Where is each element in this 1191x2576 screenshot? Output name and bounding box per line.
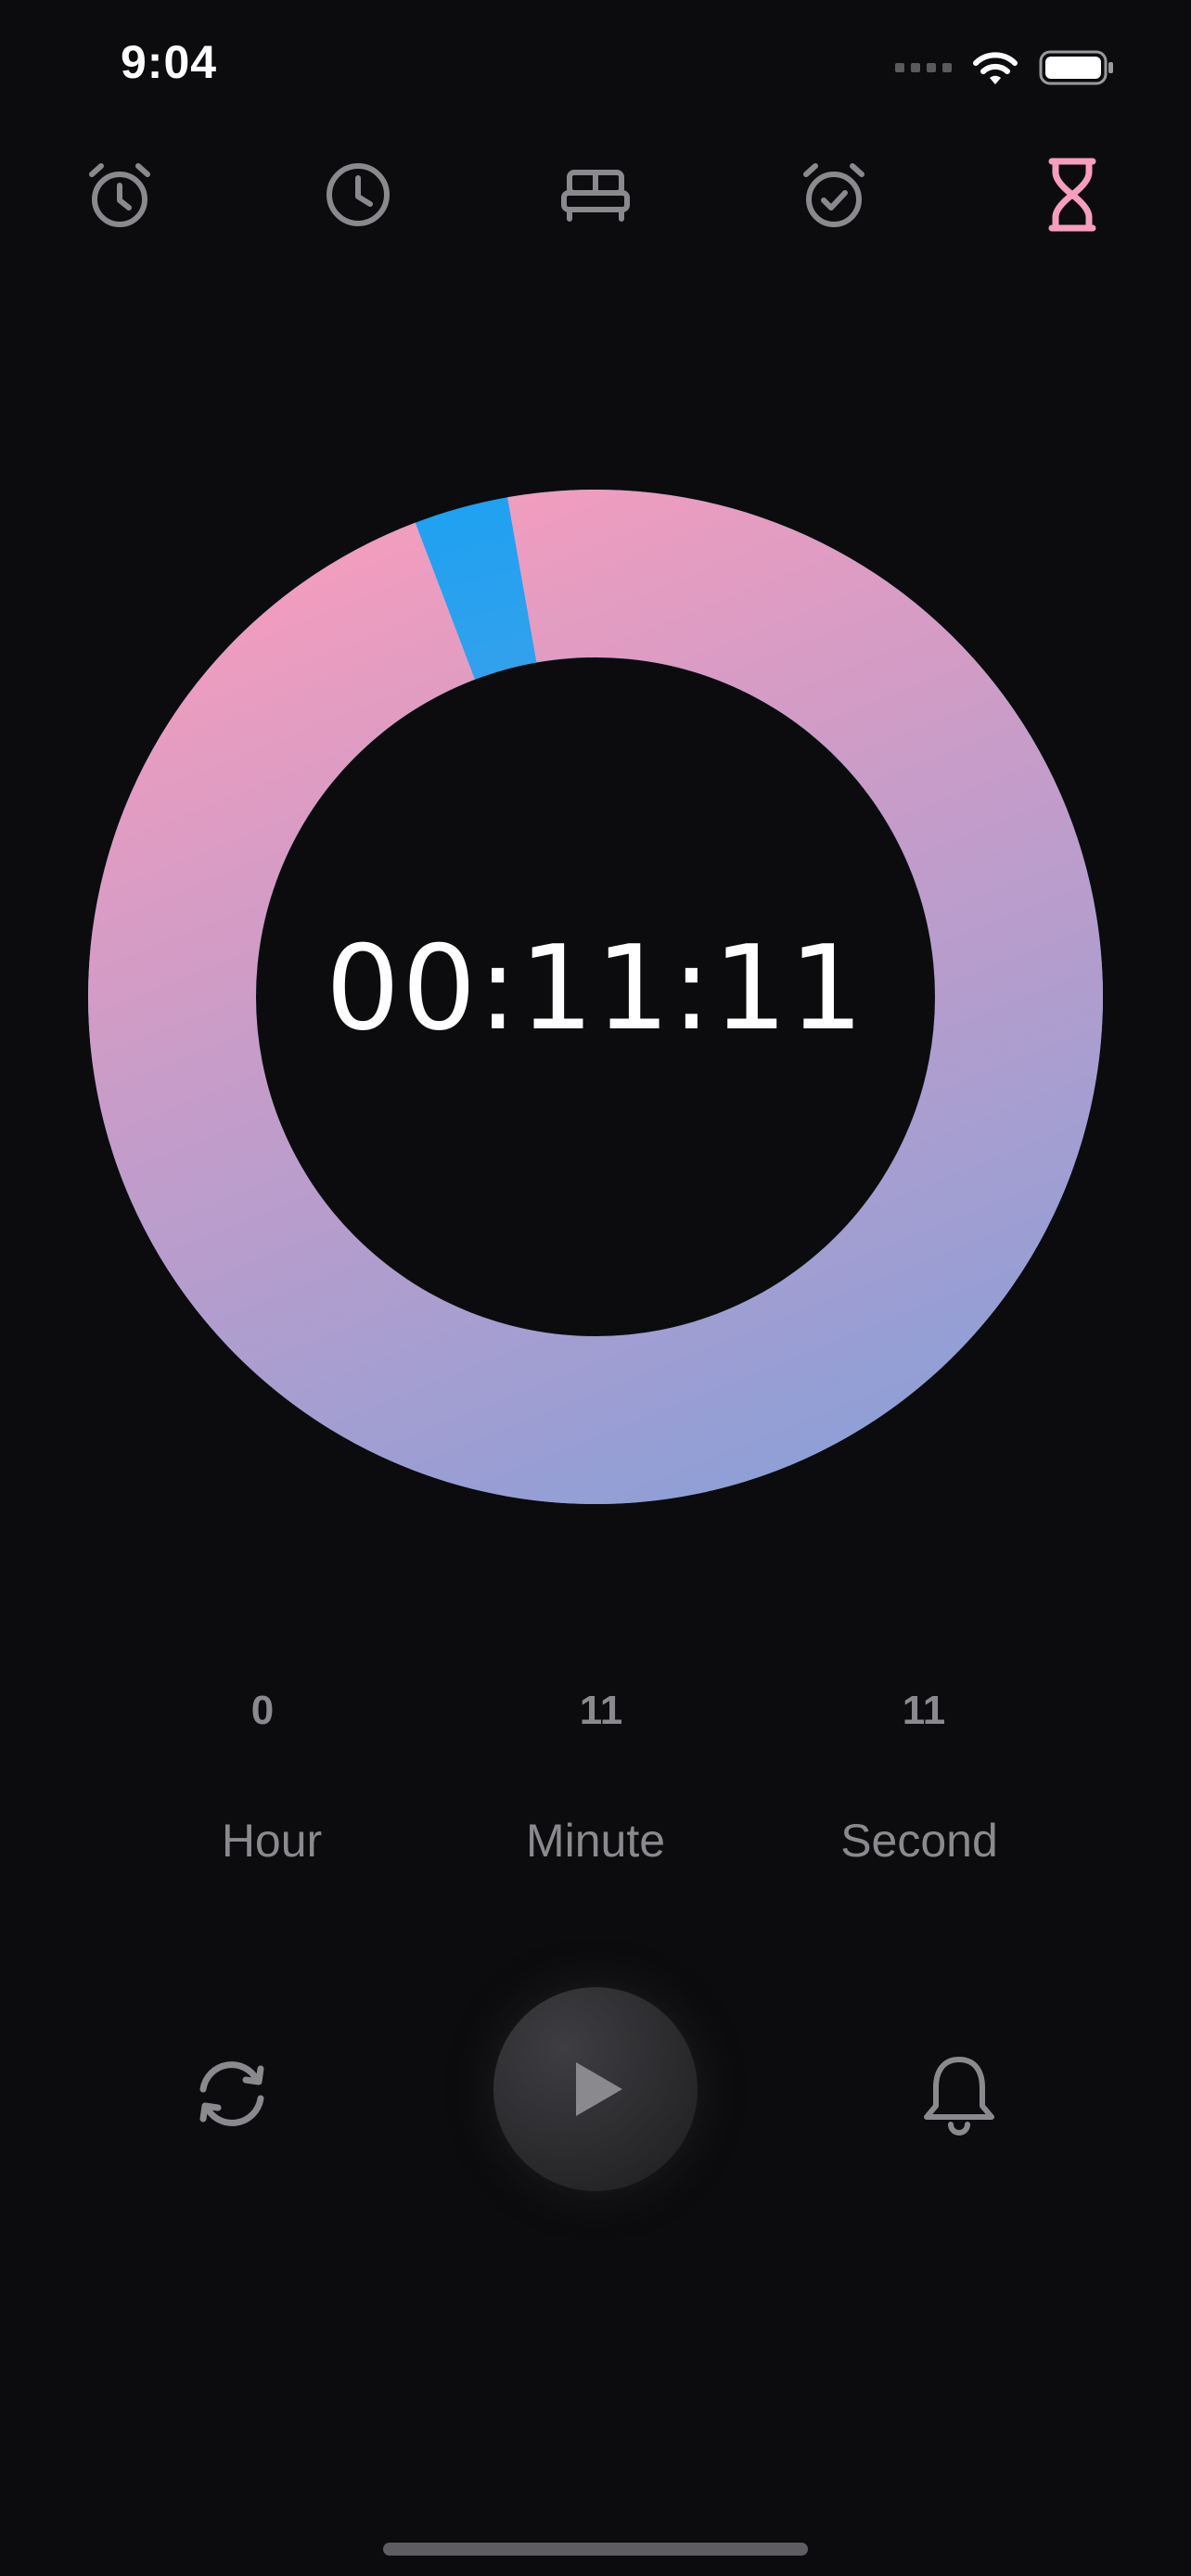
sound-button[interactable]	[913, 2046, 1005, 2142]
minute-value[interactable]: 11	[508, 1688, 694, 1734]
tab-world-clock[interactable]	[312, 148, 404, 241]
tab-alarm[interactable]	[73, 148, 166, 241]
bed-icon	[561, 170, 630, 222]
tab-bar	[0, 148, 1191, 241]
status-bar: 9:04	[0, 0, 1191, 130]
play-icon	[576, 2062, 622, 2116]
tab-bedtime[interactable]	[549, 148, 642, 241]
status-indicators	[895, 45, 1115, 91]
alarm-check-icon	[803, 163, 864, 227]
second-value[interactable]: 11	[831, 1688, 1017, 1734]
tab-timer[interactable]	[1026, 148, 1119, 241]
battery-icon	[1039, 50, 1113, 85]
home-indicator	[383, 2543, 808, 2556]
clock-icon	[327, 163, 390, 226]
refresh-icon	[199, 2061, 264, 2126]
bell-icon	[924, 2057, 994, 2136]
status-time: 9:04	[121, 36, 218, 88]
hour-label: Hour	[221, 1815, 323, 1867]
reset-button[interactable]	[186, 2047, 278, 2140]
wifi-icon	[973, 52, 1018, 84]
timer-ring: 00:11:11	[88, 490, 1103, 1504]
tab-alarm-check[interactable]	[788, 148, 880, 241]
cellular-signal-icon	[895, 63, 952, 72]
hourglass-icon	[1048, 158, 1096, 232]
hour-value[interactable]: 0	[170, 1688, 355, 1734]
minute-label: Minute	[525, 1815, 666, 1867]
second-label: Second	[840, 1815, 998, 1867]
timer-display: 00:11:11	[326, 919, 865, 1056]
alarm-clock-icon	[89, 163, 150, 227]
play-button[interactable]	[493, 1987, 698, 2191]
